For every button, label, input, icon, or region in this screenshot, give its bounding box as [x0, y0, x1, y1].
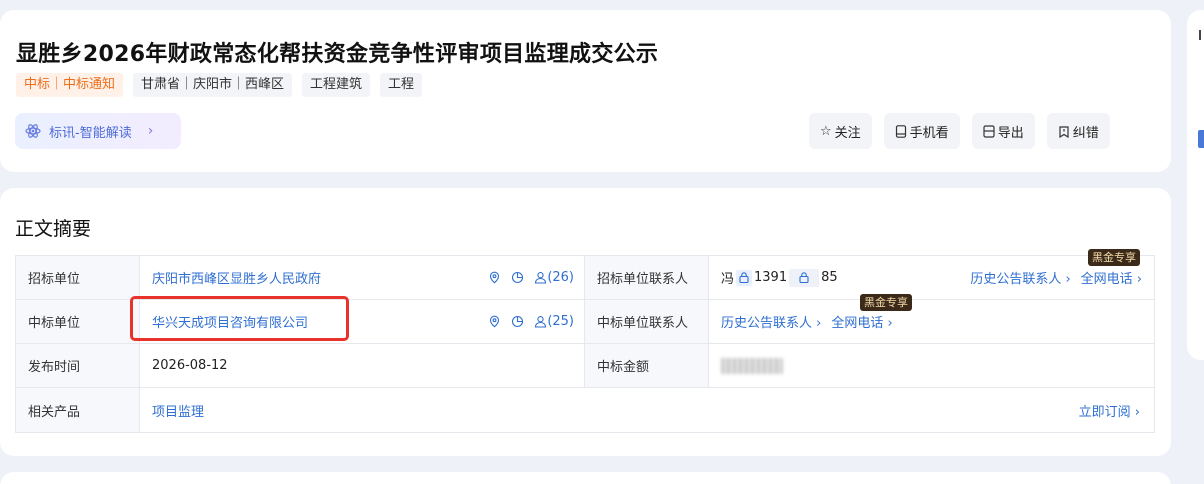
publish-date: 2026-08-12 — [152, 358, 228, 373]
user-icon — [535, 272, 547, 284]
mobile-view-label: 手机看 — [909, 125, 949, 141]
field-value: 2026-08-12 — [140, 344, 585, 387]
contact-links: 历史公告联系人 › 全网电话 › — [721, 312, 893, 331]
action-bar: ☆ 关注 手机看 导出 纠错 — [809, 113, 1110, 149]
field-value: 庆阳市西峰区显胜乡人民政府 (26) — [140, 256, 585, 299]
field-value: 历史公告联系人 › 全网电话 › — [709, 300, 1154, 343]
field-label: 中标金额 — [585, 344, 709, 387]
sidebar-bracket-icon — [1199, 30, 1204, 40]
contact-name: 冯 — [721, 272, 735, 287]
ai-interpret-button[interactable]: 标讯-智能解读 › — [15, 113, 181, 149]
report-error-icon — [1059, 125, 1069, 138]
phone-prefix: 1391 — [754, 270, 788, 285]
pie-chart-icon[interactable] — [511, 271, 524, 284]
company-meta: (26) — [488, 256, 574, 299]
vip-badge: 黑金专享 — [860, 294, 912, 311]
location-icon[interactable] — [488, 271, 501, 284]
field-label: 中标单位联系人 — [585, 300, 709, 343]
tag-type[interactable]: 中标｜中标通知 — [16, 73, 124, 97]
correct-button[interactable]: 纠错 — [1046, 113, 1110, 149]
highlight-annotation — [130, 296, 349, 341]
tag-industry[interactable]: 工程建筑 — [302, 73, 371, 97]
follow-label: 关注 — [834, 125, 861, 141]
table-row: 招标单位 庆阳市西峰区显胜乡人民政府 (26) 招标单位联系人 冯 1391 8… — [16, 256, 1154, 300]
mobile-view-button[interactable]: 手机看 — [883, 113, 960, 149]
subscribe-link[interactable]: 立即订阅 › — [1079, 401, 1140, 420]
next-card — [0, 472, 1171, 484]
product-link[interactable]: 项目监理 — [152, 401, 204, 420]
user-icon — [535, 316, 547, 328]
phone-icon — [895, 124, 906, 138]
lock-icon[interactable] — [789, 268, 820, 287]
export-label: 导出 — [997, 125, 1024, 141]
pie-chart-icon[interactable] — [511, 315, 524, 328]
location-icon[interactable] — [488, 315, 501, 328]
web-phone-link[interactable]: 全网电话 › — [831, 312, 892, 331]
field-label: 发布时间 — [16, 344, 140, 387]
contacts-count[interactable]: (25) — [534, 314, 574, 329]
correct-label: 纠错 — [1072, 125, 1099, 141]
section-title: 正文摘要 — [15, 218, 92, 240]
follow-button[interactable]: ☆ 关注 — [809, 113, 872, 149]
star-icon: ☆ — [820, 123, 832, 139]
field-label: 中标单位 — [16, 300, 140, 343]
field-value — [709, 344, 1154, 387]
sidebar-marker-icon — [1198, 130, 1204, 148]
contacts-count[interactable]: (26) — [534, 270, 574, 285]
history-contacts-link[interactable]: 历史公告联系人 › — [970, 268, 1070, 287]
page-title: 显胜乡2026年财政常态化帮扶资金竞争性评审项目监理成交公示 — [16, 42, 659, 67]
summary-table: 招标单位 庆阳市西峰区显胜乡人民政府 (26) 招标单位联系人 冯 1391 8… — [15, 255, 1155, 433]
field-label: 相关产品 — [16, 388, 140, 432]
tenderer-link[interactable]: 庆阳市西峰区显胜乡人民政府 — [152, 268, 321, 287]
right-sidebar-card — [1187, 10, 1204, 360]
phone-suffix: 85 — [821, 270, 838, 285]
contacts-count-value: (25) — [547, 314, 574, 329]
tag-region[interactable]: 甘肃省｜庆阳市｜西峰区 — [133, 73, 293, 97]
history-contacts-link[interactable]: 历史公告联系人 › — [721, 312, 821, 331]
export-icon — [983, 124, 995, 138]
chevron-right-icon: › — [147, 123, 154, 139]
atom-icon — [25, 124, 41, 138]
company-meta: (25) — [488, 300, 574, 343]
table-row: 发布时间 2026-08-12 中标金额 — [16, 344, 1154, 388]
masked-amount[interactable] — [721, 357, 783, 374]
field-label: 招标单位联系人 — [585, 256, 709, 299]
lock-icon[interactable] — [736, 269, 753, 286]
field-value: 项目监理 立即订阅 › — [140, 388, 1154, 432]
export-button[interactable]: 导出 — [971, 113, 1035, 149]
contacts-count-value: (26) — [547, 270, 574, 285]
field-label: 招标单位 — [16, 256, 140, 299]
ai-interpret-label: 标讯-智能解读 — [49, 125, 132, 141]
vip-badge: 黑金专享 — [1088, 249, 1140, 266]
tag-list: 中标｜中标通知 甘肃省｜庆阳市｜西峰区 工程建筑 工程 — [16, 73, 423, 97]
tag-category[interactable]: 工程 — [380, 73, 423, 97]
table-row: 相关产品 项目监理 立即订阅 › — [16, 388, 1154, 432]
web-phone-link[interactable]: 全网电话 › — [1081, 268, 1142, 287]
